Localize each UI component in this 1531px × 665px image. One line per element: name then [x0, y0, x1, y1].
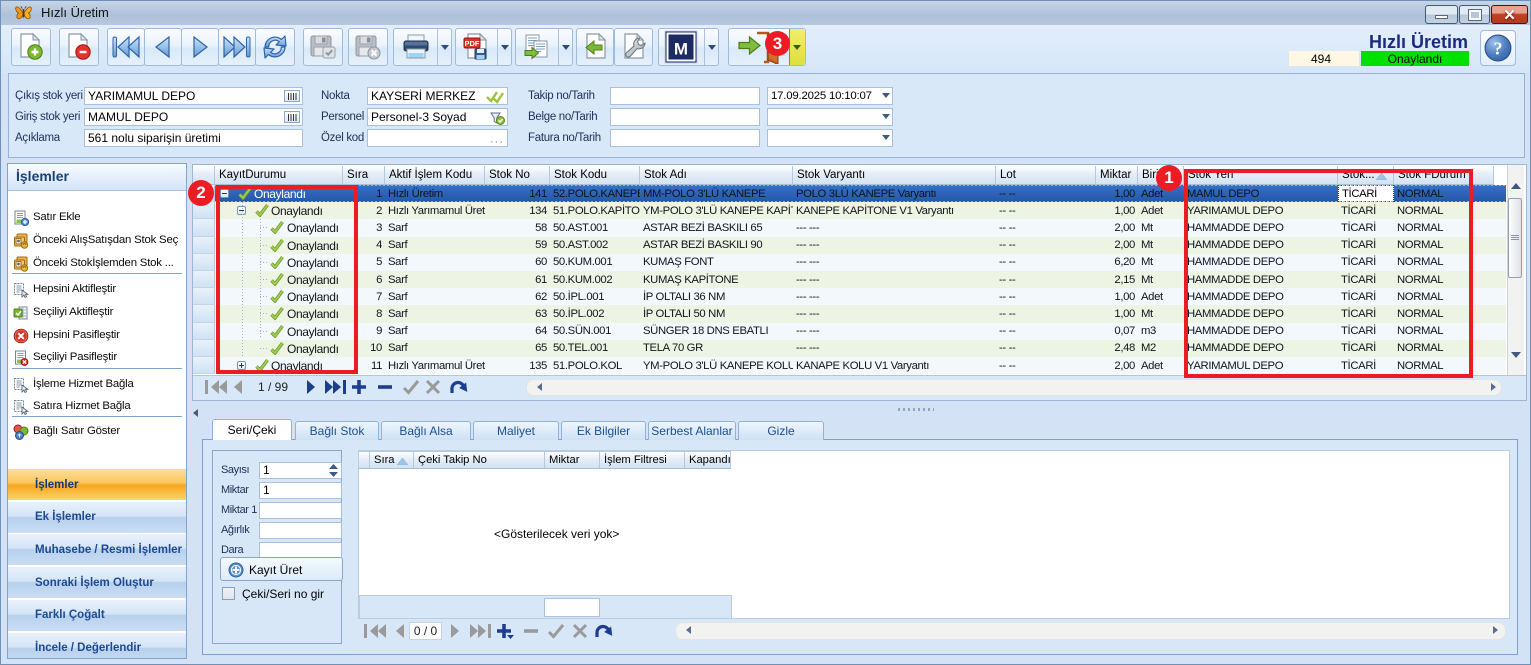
svg-text:PDF: PDF: [465, 39, 480, 48]
svg-text:?: ?: [1494, 39, 1503, 59]
svg-text:M: M: [674, 40, 688, 59]
